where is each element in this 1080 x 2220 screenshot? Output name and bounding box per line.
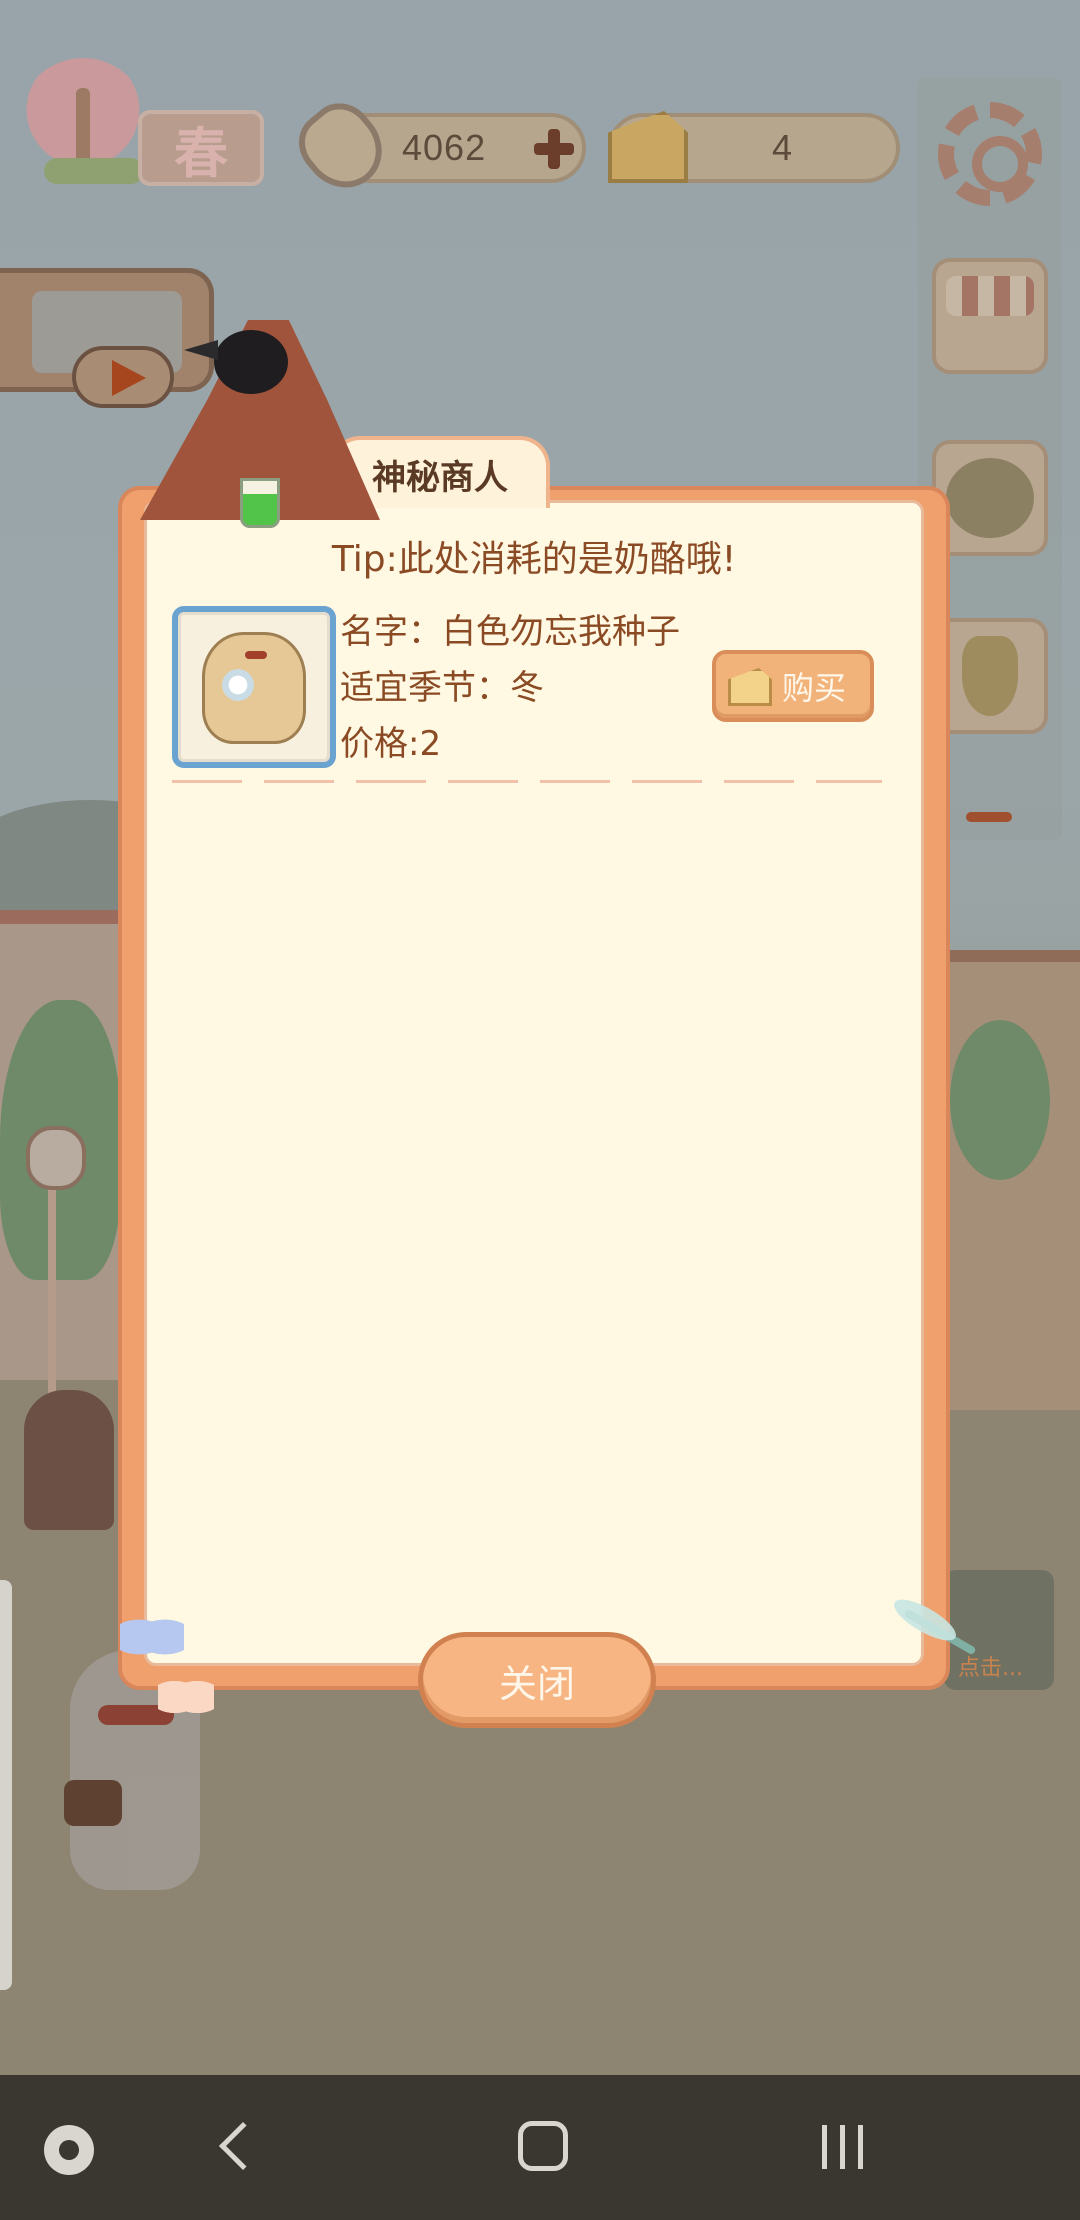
fish-count: 4062 (402, 127, 487, 168)
item-thumbnail (172, 606, 336, 768)
grass (44, 158, 144, 184)
play-icon[interactable] (72, 346, 174, 408)
buy-button[interactable]: 购买 (712, 650, 874, 722)
collapse-sidebar-button[interactable] (966, 812, 1012, 822)
flower-basket-icon (946, 458, 1034, 538)
shop-button[interactable] (932, 258, 1048, 374)
potion-icon (240, 478, 280, 528)
game-tools-icon[interactable] (44, 2125, 94, 2175)
fish-counter: 4062 (285, 90, 586, 204)
item-name: 名字：白色勿忘我种子 (340, 612, 680, 652)
background-crow (24, 1390, 114, 1530)
gear-icon (938, 102, 1042, 206)
settings-button[interactable] (932, 96, 1048, 212)
item-divider (172, 780, 882, 783)
background-right-tree (950, 1020, 1050, 1180)
season-badge: 春 (18, 58, 264, 188)
season-label: 春 (138, 110, 264, 186)
recent-apps-icon[interactable] (822, 2125, 872, 2169)
edge-panel-handle[interactable] (0, 1580, 12, 1990)
buy-button-label: 购买 (782, 669, 847, 707)
market-stall-icon (946, 276, 1034, 316)
home-icon[interactable] (518, 2121, 568, 2171)
item-season: 适宜季节：冬 (340, 668, 544, 708)
background-right-house (930, 950, 1080, 1410)
system-navigation-bar (0, 2075, 1080, 2220)
dialog-tip: Tip:此处消耗的是奶酪哦! (331, 539, 737, 580)
trophy-icon (962, 636, 1018, 716)
forget-me-not-flower-icon (218, 668, 258, 702)
cheese-count: 4 (772, 127, 794, 168)
crow-head (184, 330, 288, 394)
close-button[interactable]: 关闭 (418, 1632, 656, 1728)
cheese-counter: 4 (608, 111, 900, 183)
butterfly-icon (120, 1610, 184, 1664)
butterfly-icon (158, 1672, 214, 1722)
cheese-icon (728, 668, 772, 706)
item-price: 价格:2 (340, 724, 442, 764)
cheese-icon (608, 111, 688, 183)
add-fish-plus-icon[interactable] (530, 125, 578, 173)
back-icon[interactable] (218, 2121, 268, 2171)
dragonfly-icon (890, 1598, 980, 1668)
